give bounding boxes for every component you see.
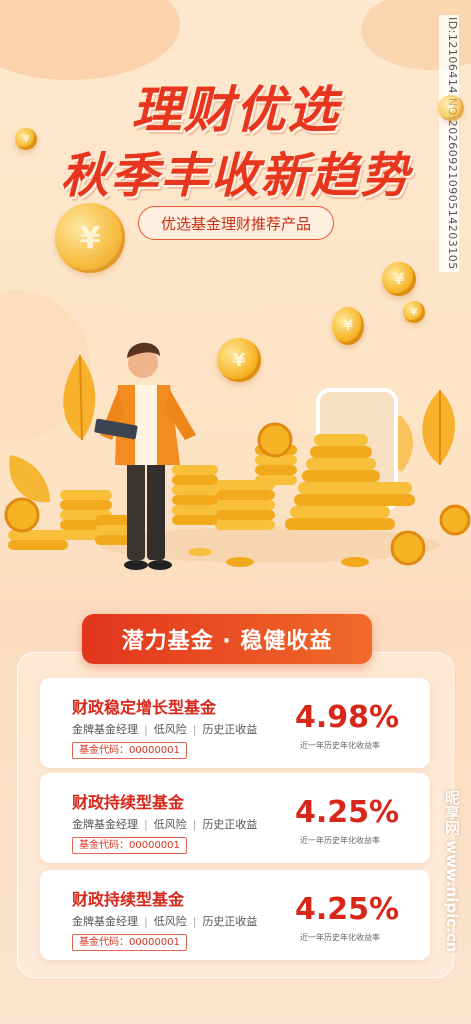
id-watermark: ID:12106414 NO:20260921090514203105 [439, 15, 459, 272]
decor-blob [0, 0, 180, 80]
fund-tags: 金牌基金经理 | 低风险 | 历史正收益 [72, 818, 258, 831]
section-banner-text: 潜力基金 · 稳健收益 [121, 629, 333, 654]
leaf-icon [9, 455, 50, 503]
headline-line2: 秋季丰收新趋势 [60, 148, 411, 204]
fund-name: 财政稳定增长型基金 [72, 698, 217, 717]
fund-card[interactable]: 财政持续型基金 金牌基金经理 | 低风险 | 历史正收益 基金代码：00000001 4… [40, 773, 430, 863]
fund-name: 财政持续型基金 [72, 793, 185, 812]
fund-card[interactable]: 财政稳定增长型基金 金牌基金经理 | 低风险 | 历史正收益 基金代码：00000001… [40, 678, 430, 768]
site-watermark: 昵享网 www.nipic.cn [443, 790, 461, 953]
fund-rate: 4.25% [295, 795, 400, 830]
fund-rate-label: 近一年历史年化收益率 [300, 836, 380, 845]
fund-name: 财政持续型基金 [72, 890, 185, 909]
leaf-icon [63, 354, 96, 441]
poster: 理财优选 秋季丰收新趋势 优选基金理财推荐产品 ID:12106414 NO:2… [0, 0, 471, 1024]
subtitle-text: 优选基金理财推荐产品 [160, 214, 311, 233]
fund-code-badge: 基金代码：00000001 [72, 934, 187, 951]
fund-rate: 4.98% [295, 700, 400, 735]
fund-tags: 金牌基金经理 | 低风险 | 历史正收益 [72, 723, 258, 736]
fund-rate-label: 近一年历史年化收益率 [300, 741, 380, 750]
fund-rate: 4.25% [295, 892, 400, 927]
coin-icon: ¥ [438, 95, 464, 121]
fund-code-badge: 基金代码：00000001 [72, 837, 187, 854]
finance-illustration [4, 342, 471, 570]
headline-line1: 理财优选 [131, 81, 340, 139]
fund-code-badge: 基金代码：00000001 [72, 742, 187, 759]
fund-rate-label: 近一年历史年化收益率 [300, 933, 380, 942]
fund-card[interactable]: 财政持续型基金 金牌基金经理 | 低风险 | 历史正收益 基金代码：00000001 4… [40, 870, 430, 960]
leaf-icon [422, 390, 455, 465]
coin-icon: ¥ [15, 128, 37, 150]
coin-stack [172, 445, 297, 530]
subtitle-pill: 优选基金理财推荐产品 [138, 206, 334, 240]
section-banner: 潜力基金 · 稳健收益 [82, 614, 372, 664]
fund-tags: 金牌基金经理 | 低风险 | 历史正收益 [72, 915, 258, 928]
